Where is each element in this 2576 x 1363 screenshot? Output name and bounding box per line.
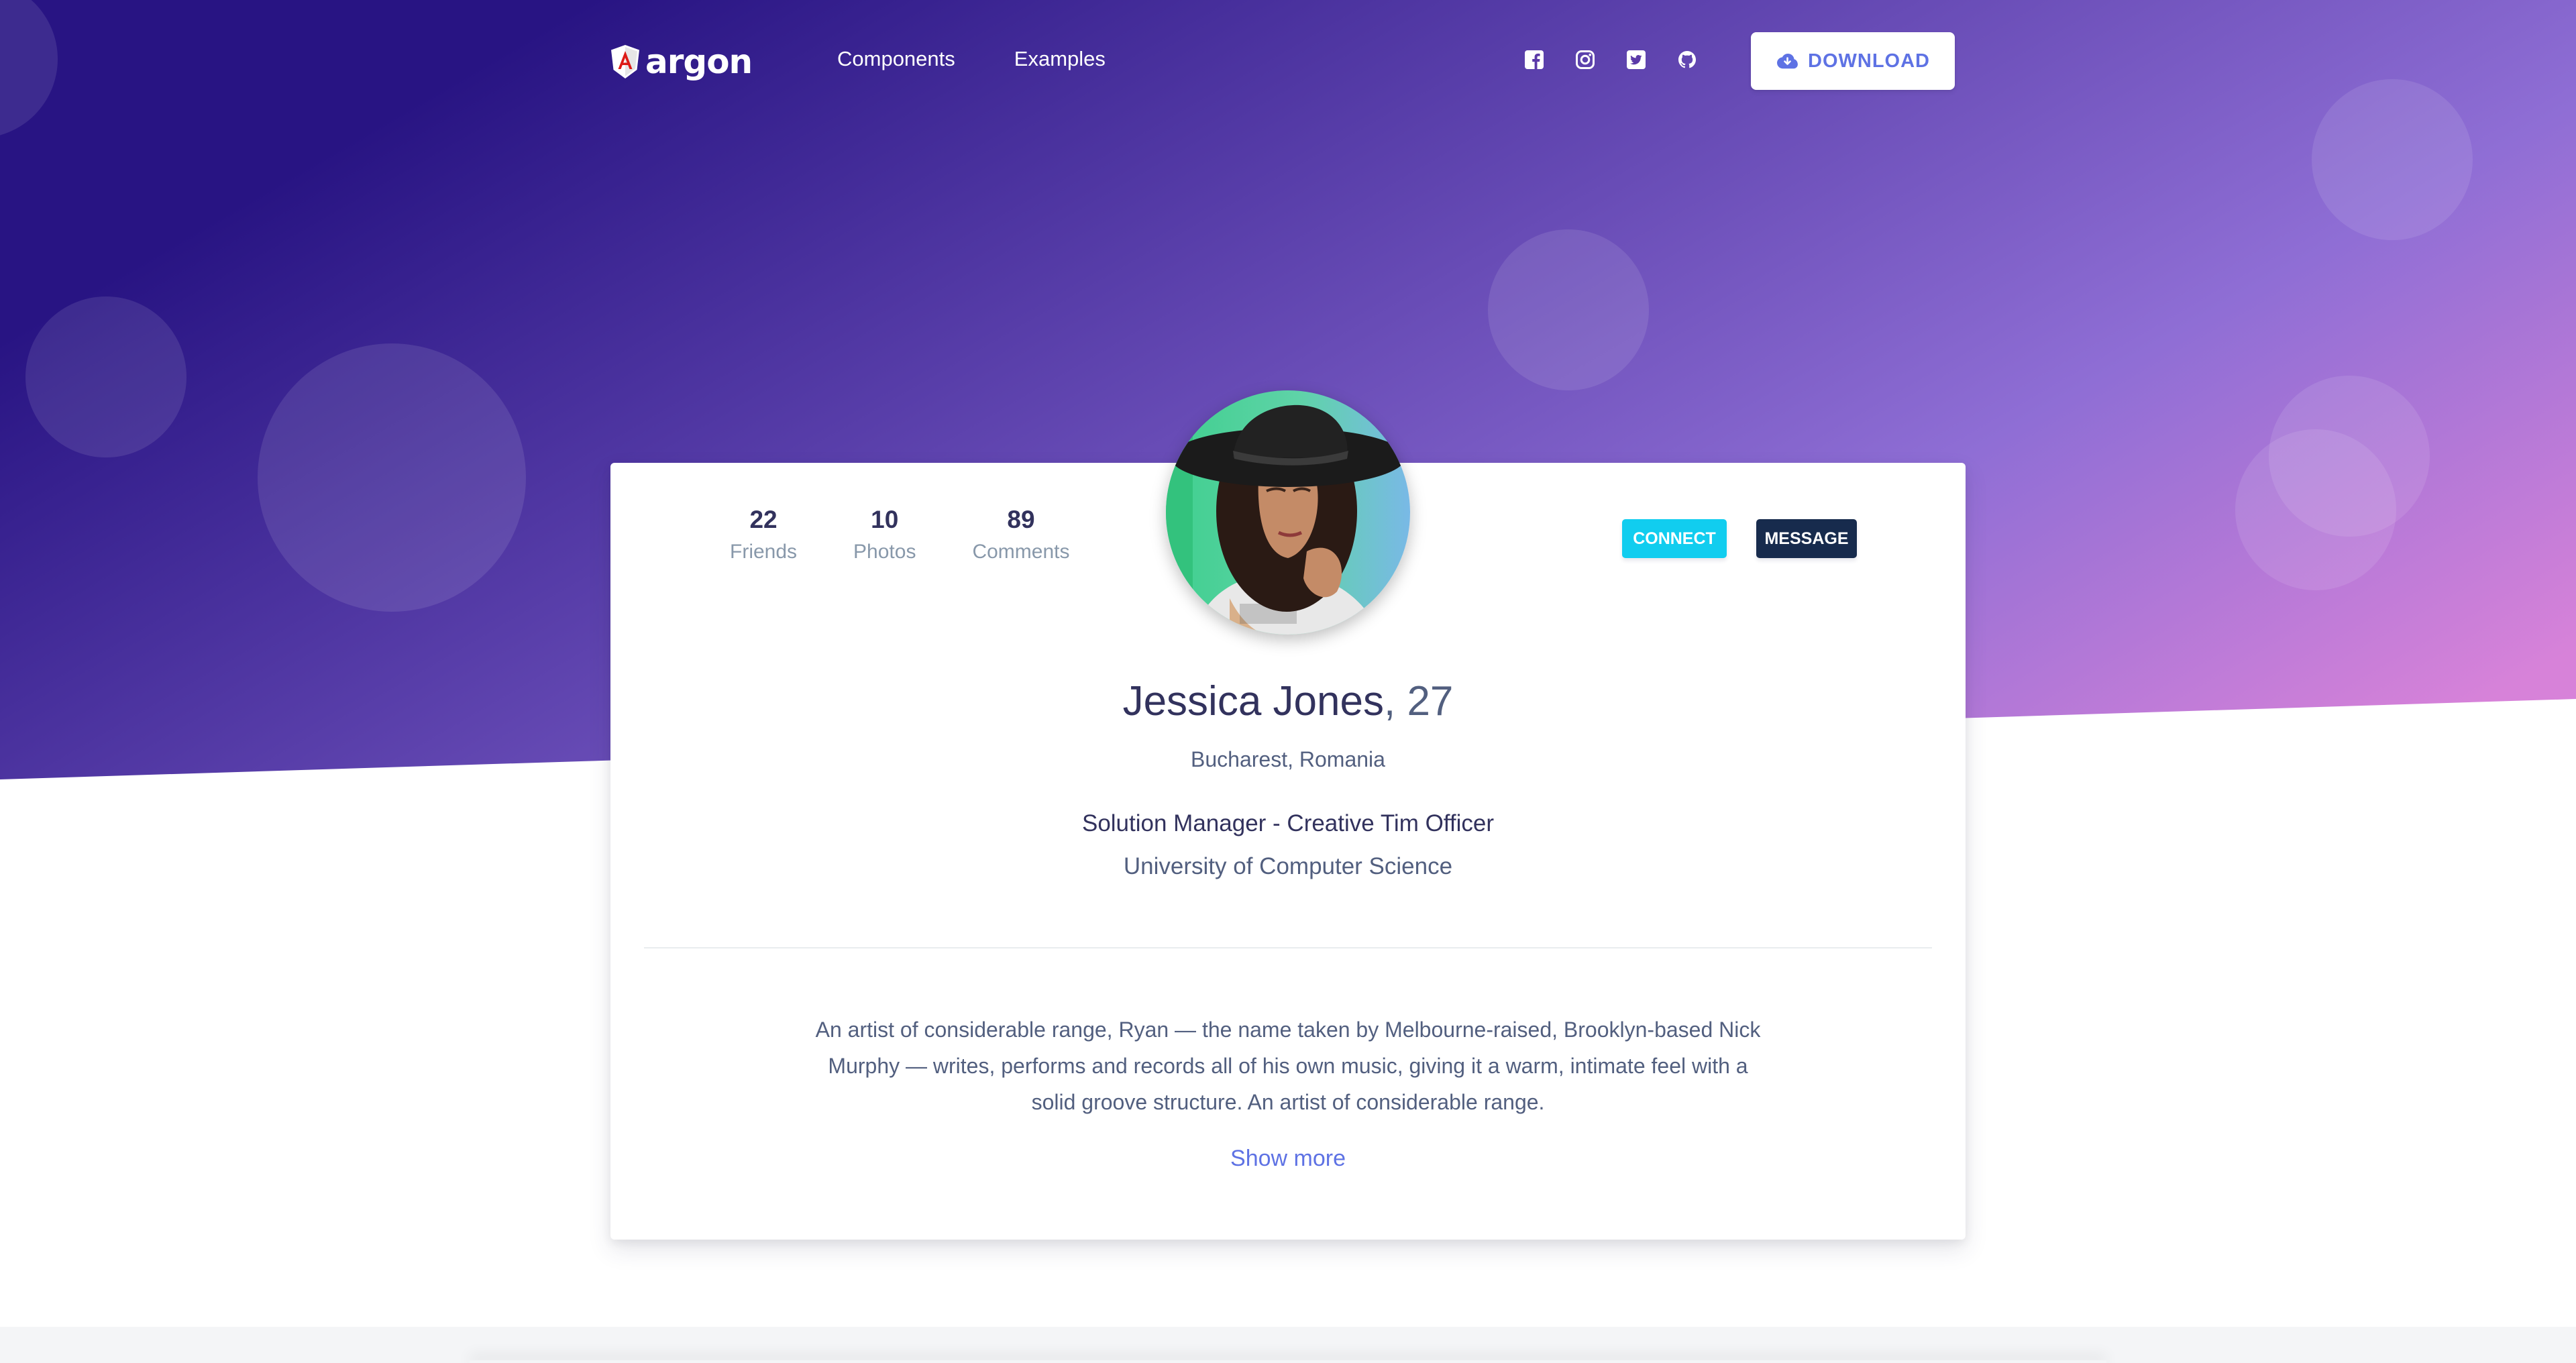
stat-photos: 10 Photos bbox=[853, 506, 916, 563]
profile-location: Bucharest, Romania bbox=[1191, 747, 1385, 771]
profile-card: 22 Friends 10 Photos 89 Comments CONNECT… bbox=[610, 390, 1966, 1240]
twitter-icon[interactable] bbox=[1625, 48, 1648, 71]
github-icon[interactable] bbox=[1676, 48, 1699, 71]
brand-logo[interactable]: argon bbox=[610, 42, 753, 82]
profile-age: , 27 bbox=[1384, 678, 1454, 724]
avatar bbox=[1166, 390, 1410, 635]
next-section-strip bbox=[0, 1327, 2576, 1363]
divider bbox=[644, 947, 1932, 948]
decor-circle bbox=[0, 0, 58, 138]
decor-circle bbox=[258, 343, 526, 612]
angular-shield-icon bbox=[611, 45, 639, 78]
avatar-image bbox=[1166, 390, 1410, 635]
decor-circle bbox=[2312, 79, 2473, 240]
stat-label: Comments bbox=[972, 541, 1070, 563]
message-button[interactable]: MESSAGE bbox=[1756, 519, 1857, 558]
stat-friends: 22 Friends bbox=[730, 506, 797, 563]
navbar: argon Components Examples DOWNLOAD bbox=[610, 32, 1955, 90]
profile-name-line: Jessica Jones, 27 bbox=[610, 677, 1966, 725]
nav-link-components[interactable]: Components bbox=[837, 47, 955, 71]
decor-circle bbox=[25, 296, 186, 457]
profile-stats: 22 Friends 10 Photos 89 Comments bbox=[730, 506, 1126, 563]
stat-label: Friends bbox=[730, 541, 798, 563]
profile-name: Jessica Jones bbox=[1122, 678, 1384, 724]
profile-job-title: Solution Manager - Creative Tim Officer bbox=[1081, 810, 1495, 836]
cloud-download-icon bbox=[1777, 54, 1798, 69]
next-card-edge bbox=[470, 1360, 2106, 1363]
facebook-icon[interactable] bbox=[1523, 48, 1546, 71]
decor-circle bbox=[1488, 229, 1649, 390]
nav-links: Components Examples bbox=[837, 47, 1165, 71]
instagram-icon[interactable] bbox=[1574, 48, 1597, 71]
stat-value: 89 bbox=[1007, 506, 1035, 533]
download-label: DOWNLOAD bbox=[1808, 50, 1930, 72]
stat-value: 22 bbox=[749, 506, 777, 533]
profile-school: University of Computer Science bbox=[1123, 853, 1453, 879]
decor-circle bbox=[2235, 429, 2396, 590]
profile-page: argon Components Examples DOWNLOAD 22 Fr… bbox=[0, 0, 2576, 1363]
stat-label: Photos bbox=[853, 541, 916, 563]
profile-bio: An artist of considerable range, Ryan — … bbox=[815, 1018, 1761, 1114]
nav-link-examples[interactable]: Examples bbox=[1014, 47, 1106, 71]
social-links bbox=[1523, 48, 1727, 71]
show-more-link[interactable]: Show more bbox=[610, 1146, 1966, 1172]
download-button[interactable]: DOWNLOAD bbox=[1751, 32, 1955, 90]
stat-value: 10 bbox=[871, 506, 899, 533]
connect-button[interactable]: CONNECT bbox=[1622, 519, 1727, 558]
brand-name: argon bbox=[645, 42, 753, 81]
stat-comments: 89 Comments bbox=[972, 506, 1069, 563]
